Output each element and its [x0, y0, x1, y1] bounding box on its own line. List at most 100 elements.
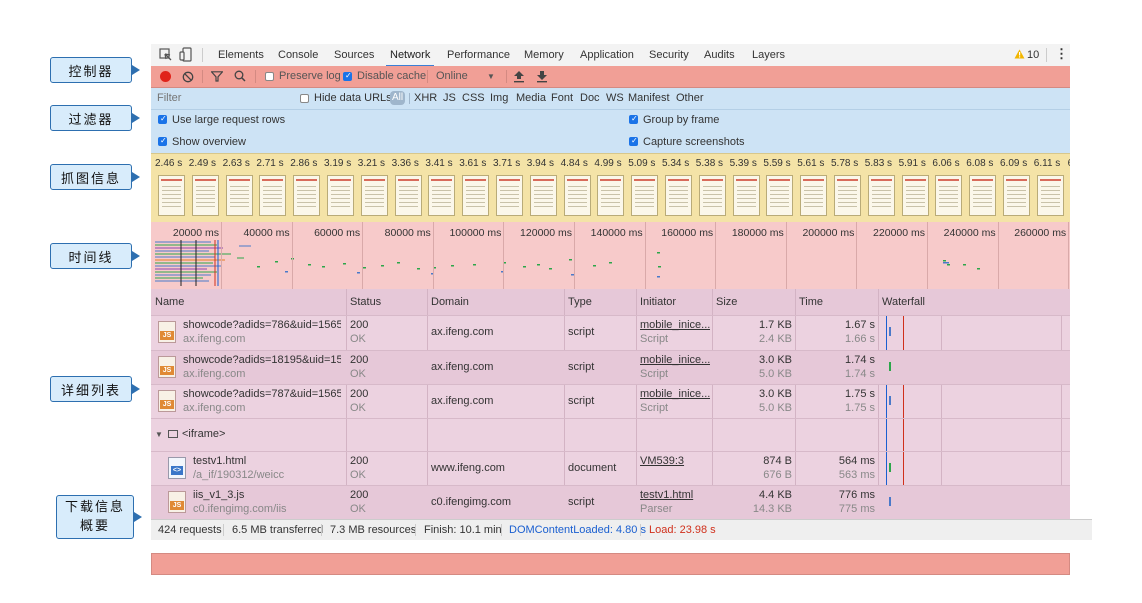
column-header-name[interactable]: Name	[155, 289, 184, 315]
screenshot-thumbnail[interactable]	[732, 175, 760, 216]
initiator-link[interactable]: VM539:3	[640, 455, 710, 467]
group-by-frame-checkbox[interactable]	[629, 114, 638, 124]
column-header-status[interactable]: Status	[350, 289, 381, 315]
table-row[interactable]: JS showcode?adids=18195&uid=15... ax.ifeng…	[151, 350, 1070, 384]
screenshot-thumbnail[interactable]	[158, 175, 185, 216]
tab-performance[interactable]: Performance	[447, 44, 510, 66]
screenshot-thumbnail[interactable]	[1036, 175, 1064, 216]
warning-icon[interactable]	[1014, 49, 1025, 59]
table-row[interactable]: JS iis_v1_3.js c0.ifengimg.com/iis 200 OK c0.…	[151, 485, 1070, 519]
type-filter-all[interactable]: All	[390, 91, 405, 105]
tab-elements[interactable]: Elements	[218, 44, 264, 66]
table-row[interactable]: JS showcode?adids=787&uid=1565... ax.ifeng…	[151, 384, 1070, 418]
disable-cache-checkbox[interactable]	[343, 71, 352, 81]
request-name[interactable]: testv1.html	[193, 455, 341, 467]
waterfall-bar[interactable]	[889, 497, 891, 506]
screenshot-thumbnail[interactable]	[766, 175, 794, 216]
screenshot-thumbnail[interactable]	[901, 175, 929, 216]
column-header-type[interactable]: Type	[568, 289, 592, 315]
table-row[interactable]: JS showcode?adids=786&uid=1565... ax.ifeng…	[151, 315, 1070, 349]
tab-console[interactable]: Console	[278, 44, 318, 66]
screenshot-thumbnail[interactable]	[327, 175, 354, 216]
screenshot-thumbnail[interactable]	[800, 175, 828, 216]
screenshot-thumbnail[interactable]	[834, 175, 861, 216]
screenshot-thumbnail[interactable]	[394, 175, 422, 216]
screenshot-thumbnail[interactable]	[969, 175, 997, 216]
tab-security[interactable]: Security	[649, 44, 689, 66]
filter-input[interactable]	[153, 90, 297, 106]
type-filter-doc[interactable]: Doc	[580, 92, 600, 104]
timeline-overview[interactable]: 20000 ms 40000 ms 60000 ms 80000 ms 100000 m…	[151, 222, 1070, 290]
screenshot-thumbnail[interactable]	[225, 175, 253, 216]
column-header-initiator[interactable]: Initiator	[640, 289, 676, 315]
type-filter-media[interactable]: Media	[516, 92, 546, 104]
expand-triangle-icon[interactable]: ▼	[155, 430, 163, 439]
screenshot-thumbnail[interactable]	[631, 175, 659, 216]
type-filter-font[interactable]: Font	[551, 92, 573, 104]
device-toolbar-icon[interactable]	[179, 47, 193, 63]
use-large-rows-checkbox[interactable]	[158, 114, 167, 124]
tab-application[interactable]: Application	[580, 44, 634, 66]
waterfall-bar[interactable]	[889, 362, 891, 371]
column-header-time[interactable]: Time	[799, 289, 823, 315]
type-filter-manifest[interactable]: Manifest	[628, 92, 670, 104]
show-overview-checkbox[interactable]	[158, 136, 167, 146]
request-name[interactable]: showcode?adids=786&uid=1565...	[183, 319, 341, 331]
screenshot-thumbnail[interactable]	[1003, 175, 1030, 216]
tab-audits[interactable]: Audits	[704, 44, 735, 66]
request-name[interactable]: iis_v1_3.js	[193, 489, 341, 501]
screenshot-thumbnail[interactable]	[360, 175, 388, 216]
screenshot-thumbnail[interactable]	[529, 175, 557, 216]
screenshot-thumbnail[interactable]	[293, 175, 321, 216]
type-filter-other[interactable]: Other	[676, 92, 704, 104]
waterfall-bar[interactable]	[889, 463, 891, 472]
chevron-down-icon[interactable]: ▼	[487, 66, 495, 87]
clear-icon[interactable]	[182, 71, 194, 83]
record-icon[interactable]	[160, 71, 171, 82]
screenshot-thumbnail[interactable]	[935, 175, 963, 216]
filter-icon[interactable]	[211, 71, 223, 82]
column-header-size[interactable]: Size	[716, 289, 737, 315]
capture-screenshots-checkbox[interactable]	[629, 136, 638, 146]
screenshot-thumbnail[interactable]	[665, 175, 692, 216]
more-menu-icon[interactable]: ⋮	[1055, 44, 1068, 66]
type-filter-css[interactable]: CSS	[462, 92, 485, 104]
initiator-link[interactable]: mobile_inice...	[640, 388, 710, 400]
column-header-waterfall[interactable]: Waterfall	[882, 289, 925, 315]
table-row[interactable]: <> testv1.html/a_if/190312/weicc 200 OK www.…	[151, 451, 1070, 485]
waterfall-bar[interactable]	[889, 327, 891, 336]
screenshot-thumbnail[interactable]	[428, 175, 456, 216]
type-filter-ws[interactable]: WS	[606, 92, 624, 104]
waterfall-bar[interactable]	[889, 396, 891, 405]
request-name[interactable]: showcode?adids=787&uid=1565...	[183, 388, 341, 400]
screenshot-thumbnail[interactable]	[462, 175, 490, 216]
type-filter-xhr[interactable]: XHR	[414, 92, 437, 104]
group-row-iframe[interactable]: ▼ <iframe>	[151, 418, 1070, 452]
type-filter-js[interactable]: JS	[443, 92, 456, 104]
inspect-element-icon[interactable]	[159, 48, 173, 62]
initiator-link[interactable]: testv1.html	[640, 489, 710, 501]
screenshot-thumbnail[interactable]	[259, 175, 287, 216]
screenshot-thumbnail[interactable]	[597, 175, 625, 216]
screenshot-thumbnail[interactable]	[867, 175, 895, 216]
hide-data-urls-checkbox[interactable]	[300, 94, 309, 103]
tab-memory[interactable]: Memory	[524, 44, 564, 66]
preserve-log-checkbox[interactable]	[265, 72, 274, 81]
screenshot-thumbnail[interactable]	[698, 175, 726, 216]
column-header-domain[interactable]: Domain	[431, 289, 469, 315]
tab-network[interactable]: Network	[385, 44, 435, 67]
warning-count[interactable]: 10	[1027, 44, 1039, 66]
screenshot-thumbnail[interactable]	[563, 175, 591, 216]
initiator-link[interactable]: mobile_inice...	[640, 354, 710, 366]
request-name[interactable]: showcode?adids=18195&uid=15...	[183, 354, 341, 366]
type-filter-img[interactable]: Img	[490, 92, 508, 104]
screenshot-thumbnail[interactable]	[496, 175, 523, 216]
screenshot-thumbnail[interactable]	[191, 175, 219, 216]
throttle-select[interactable]: Online	[436, 66, 468, 87]
search-icon[interactable]	[234, 70, 246, 82]
tab-sources[interactable]: Sources	[334, 44, 374, 66]
export-har-icon[interactable]	[536, 70, 548, 83]
tab-layers[interactable]: Layers	[752, 44, 785, 66]
import-har-icon[interactable]	[513, 70, 525, 83]
initiator-link[interactable]: mobile_inice...	[640, 319, 710, 331]
